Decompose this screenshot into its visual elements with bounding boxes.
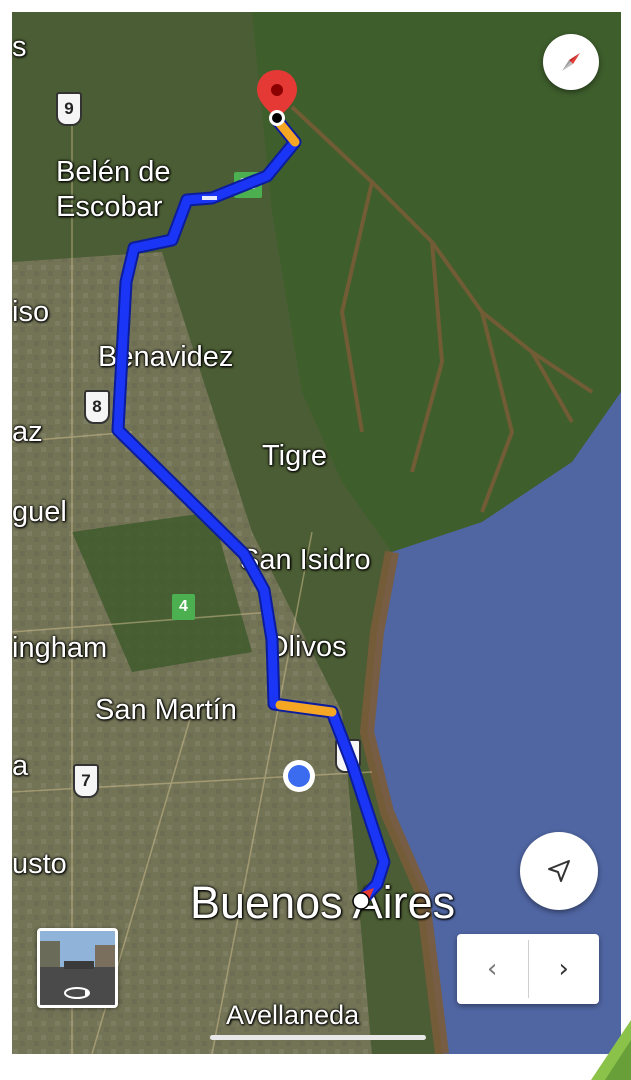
previous-button[interactable]: ‹ xyxy=(457,934,528,1004)
compass-button[interactable] xyxy=(543,34,599,90)
origin-marker-icon xyxy=(352,892,370,910)
corner-decoration xyxy=(591,1020,631,1080)
map-view[interactable]: Belén de Escobar Benavidez Tigre San Isi… xyxy=(12,12,621,1054)
next-button[interactable]: › xyxy=(529,934,600,1004)
locate-button[interactable] xyxy=(520,832,598,910)
home-indicator xyxy=(210,1035,426,1040)
street-view-thumbnail[interactable] xyxy=(37,928,118,1008)
navigation-arrow-icon xyxy=(548,860,570,882)
street-view-image xyxy=(40,931,115,1005)
step-navigation: ‹ › xyxy=(457,934,599,1004)
destination-pin-icon xyxy=(257,70,297,126)
compass-icon xyxy=(562,53,580,71)
route-line xyxy=(111,113,391,907)
current-location-icon xyxy=(283,760,315,792)
